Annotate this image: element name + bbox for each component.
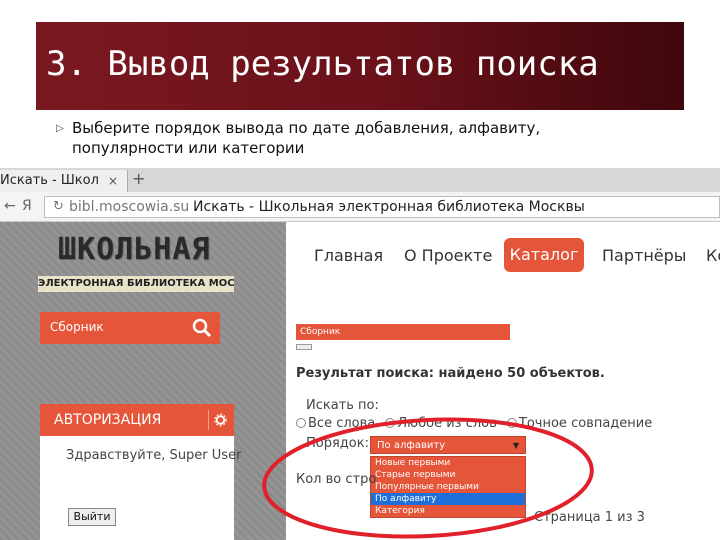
rows-count-label: Кол во стро	[296, 472, 377, 487]
auth-title: АВТОРИЗАЦИЯ	[54, 412, 162, 428]
new-tab-icon[interactable]: +	[132, 168, 145, 190]
order-dropdown: Новые первыми Старые первыми Популярные …	[370, 456, 526, 518]
search-result-count: Результат поиска: найдено 50 объектов.	[296, 366, 605, 381]
slide-title-bar: 3. Вывод результатов поиска	[36, 22, 684, 110]
site-main: Главная О Проекте Каталог Партнёры Ко Сб…	[286, 222, 720, 540]
order-option-newest[interactable]: Новые первыми	[371, 457, 525, 469]
order-option-popular[interactable]: Популярные первыми	[371, 481, 525, 493]
reload-icon[interactable]: ↻	[53, 199, 64, 214]
logo-main-text: ШКОЛЬНАЯ	[58, 232, 211, 267]
order-option-oldest[interactable]: Старые первыми	[371, 469, 525, 481]
nav-about[interactable]: О Проекте	[404, 246, 492, 265]
order-option-category[interactable]: Категория	[371, 505, 525, 517]
search-icon[interactable]	[192, 318, 212, 338]
order-selected-value: По алфавиту	[377, 440, 446, 451]
url-input[interactable]: ↻ bibl.moscowia.su Искать - Школьная эле…	[44, 196, 720, 218]
order-label: Порядок:	[306, 436, 369, 451]
auth-header: АВТОРИЗАЦИЯ	[40, 404, 234, 436]
browser-screenshot: Искать - Школ × + ← Я ↻ bibl.moscowia.su…	[0, 168, 720, 540]
search-by-label: Искать по:	[306, 398, 379, 413]
auth-greeting: Здравствуйте, Super User	[66, 448, 242, 463]
nav-catalog[interactable]: Каталог	[504, 238, 584, 272]
radio-exact[interactable]	[506, 418, 517, 428]
slide-bullet-text: Выберите порядок вывода по дате добавлен…	[72, 119, 541, 157]
order-select[interactable]: По алфавиту ▼	[370, 436, 526, 454]
browser-tab[interactable]: Искать - Школ ×	[0, 170, 128, 192]
gear-icon[interactable]	[208, 410, 228, 430]
slide-title: 3. Вывод результатов поиска	[46, 44, 599, 84]
search-mode-radios: Все слова Любое из слов Точное совпадени…	[296, 416, 652, 431]
order-option-alphabet[interactable]: По алфавиту	[371, 493, 525, 505]
back-arrow-icon[interactable]: ←	[4, 198, 16, 214]
radio-any-word[interactable]	[385, 418, 396, 428]
radio-exact-label: Точное совпадение	[518, 416, 653, 431]
bullet-arrow-icon: ▷	[56, 123, 64, 134]
collection-search[interactable]: Сборник	[40, 312, 220, 344]
nav-more[interactable]: Ко	[706, 246, 720, 265]
auth-panel: АВТОРИЗАЦИЯ Здравствуйте, Super User Вый…	[40, 404, 241, 540]
tab-title: Искать - Школ	[0, 173, 99, 188]
page-title: Искать - Школьная электронная библиотека…	[193, 199, 585, 215]
site-logo[interactable]: ШКОЛЬНАЯ ЭЛЕКТРОННАЯ БИБЛИОТЕКА МОСКВЫ	[38, 232, 234, 292]
radio-all-words[interactable]	[296, 418, 306, 428]
logout-button[interactable]: Выйти	[68, 508, 116, 526]
nav-partners[interactable]: Партнёры	[602, 246, 686, 265]
radio-any-label: Любое из слов	[397, 416, 497, 431]
pagination-label: Страница 1 из 3	[534, 510, 645, 525]
address-bar: ← Я ↻ bibl.moscowia.su Искать - Школьная…	[0, 192, 720, 222]
logo-subtitle: ЭЛЕКТРОННАЯ БИБЛИОТЕКА МОСКВЫ	[38, 276, 234, 292]
collection-bar[interactable]: Сборник	[296, 324, 510, 340]
chevron-down-icon: ▼	[512, 441, 519, 450]
nav-home[interactable]: Главная	[314, 246, 383, 265]
radio-all-label: Все слова	[308, 416, 376, 431]
site-sidebar: ШКОЛЬНАЯ ЭЛЕКТРОННАЯ БИБЛИОТЕКА МОСКВЫ С…	[0, 222, 286, 540]
yandex-icon[interactable]: Я	[22, 198, 32, 214]
toggle-button[interactable]	[296, 344, 312, 350]
tab-close-icon[interactable]: ×	[108, 170, 118, 192]
url-text: bibl.moscowia.su	[69, 199, 190, 215]
title-underline	[36, 104, 186, 106]
collection-search-label: Сборник	[50, 320, 104, 334]
tab-strip: Искать - Школ × +	[0, 168, 720, 192]
